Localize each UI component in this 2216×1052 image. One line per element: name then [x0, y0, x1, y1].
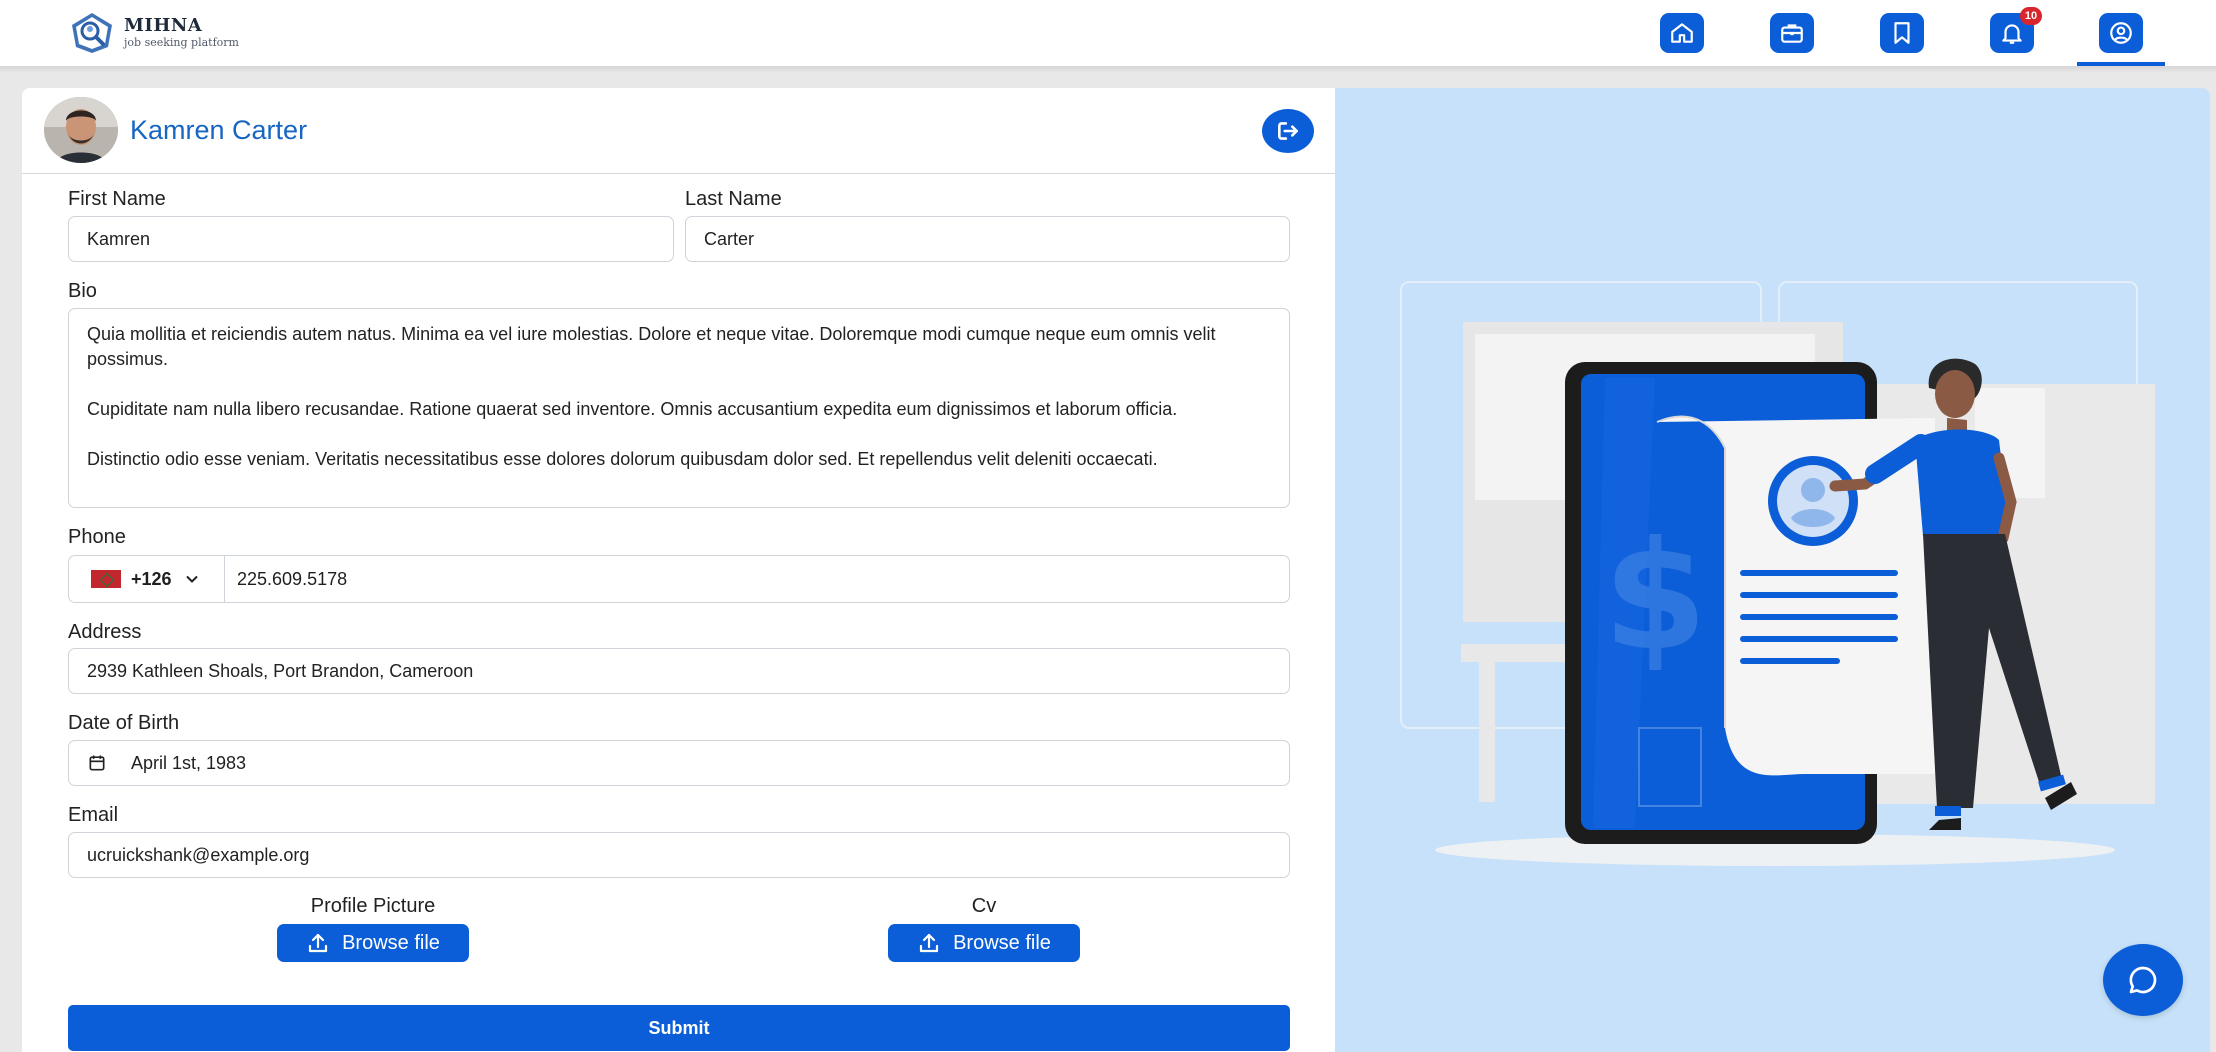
upload-icon: [919, 933, 939, 953]
avatar: [44, 97, 118, 163]
navbar-shadow: [0, 66, 2216, 74]
address-input[interactable]: 2939 Kathleen Shoals, Port Brandon, Came…: [68, 648, 1290, 694]
bio-paragraph: Quia mollitia et reiciendis autem natus.…: [87, 324, 1216, 369]
avatar-photo: [44, 97, 118, 163]
brand-logo-icon: [72, 13, 112, 53]
chat-bubble-icon: [2129, 966, 2157, 994]
chat-button[interactable]: [2103, 944, 2183, 1016]
dob-value: April 1st, 1983: [131, 752, 247, 773]
email-label: Email: [68, 804, 119, 826]
upload-icon: [308, 933, 328, 953]
cv-upload-button[interactable]: Browse file: [888, 924, 1080, 962]
phone-input-group: +126 225.609.5178: [68, 555, 1290, 603]
logout-icon: [1278, 122, 1298, 140]
nav-profile-button[interactable]: [2099, 13, 2143, 53]
last-name-input[interactable]: Carter: [685, 216, 1290, 262]
phone-input[interactable]: 225.609.5178: [225, 556, 1289, 602]
brand-tagline: job seeking platform: [124, 36, 239, 49]
top-navbar: MIHNA job seeking platform 10: [0, 0, 2216, 66]
dob-picker[interactable]: April 1st, 1983: [68, 740, 1290, 786]
nav-notifications-button[interactable]: 10: [1990, 7, 2042, 53]
profile-header: Kamren Carter: [22, 88, 1335, 174]
user-circle-icon: [2110, 22, 2132, 44]
bookmark-icon: [1894, 22, 1910, 44]
profile-picture-label: Profile Picture: [310, 895, 436, 917]
svg-text:$: $: [1603, 510, 1707, 684]
brand-logo-link[interactable]: MIHNA job seeking platform: [68, 10, 239, 56]
illustration-panel: $: [1335, 88, 2210, 1052]
notification-count-badge: 10: [2020, 7, 2042, 25]
profile-form-panel: Kamren Carter First Name Kamren Last Nam…: [22, 88, 1335, 1052]
briefcase-icon: [1781, 24, 1803, 43]
bio-paragraph: Cupiditate nam nulla libero recusandae. …: [87, 399, 1178, 419]
nav-home-button[interactable]: [1660, 13, 1704, 53]
email-input[interactable]: ucruickshank@example.org: [68, 832, 1290, 878]
bell-icon: [2002, 24, 2022, 44]
country-code-value: +126: [131, 568, 172, 589]
phone-label: Phone: [68, 526, 126, 548]
calendar-icon: [89, 755, 105, 771]
address-label: Address: [68, 621, 142, 643]
profile-picture-upload-button[interactable]: Browse file: [277, 924, 469, 962]
bio-label: Bio: [68, 280, 97, 302]
cv-illustration: $: [1400, 281, 2155, 866]
chevron-down-icon: [185, 575, 198, 583]
submit-button[interactable]: Submit: [68, 1005, 1290, 1051]
nav-saved-button[interactable]: [1880, 13, 1924, 53]
cv-label: Cv: [971, 895, 997, 917]
browse-file-label: Browse file: [342, 931, 440, 954]
bio-textarea[interactable]: Quia mollitia et reiciendis autem natus.…: [68, 308, 1290, 508]
bio-paragraph: Distinctio odio esse veniam. Veritatis n…: [87, 449, 1158, 469]
browse-file-label: Browse file: [953, 931, 1051, 954]
first-name-input[interactable]: Kamren: [68, 216, 674, 262]
first-name-label: First Name: [68, 188, 166, 210]
last-name-label: Last Name: [685, 188, 782, 210]
brand-name: MIHNA: [124, 15, 203, 36]
dob-label: Date of Birth: [68, 712, 180, 734]
country-flag-icon: [91, 570, 121, 588]
home-icon: [1671, 23, 1693, 43]
country-code-select[interactable]: +126: [69, 556, 225, 602]
profile-name: Kamren Carter: [130, 115, 308, 145]
logout-button[interactable]: [1262, 109, 1314, 153]
nav-jobs-button[interactable]: [1770, 13, 1814, 53]
